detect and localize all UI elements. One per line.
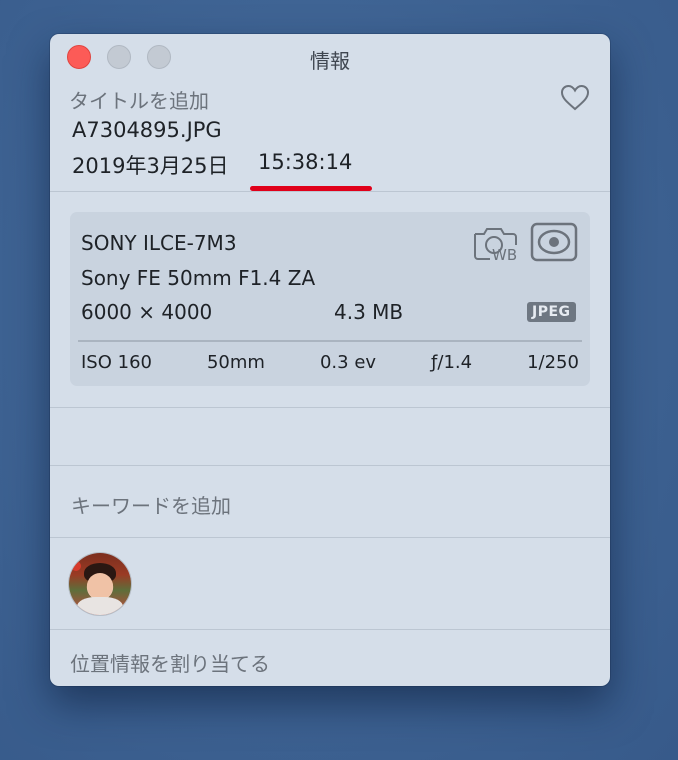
aperture-value: ƒ/1.4 <box>431 352 473 373</box>
divider <box>50 407 610 408</box>
keywords-field[interactable]: キーワードを追加 <box>71 490 231 519</box>
title-field[interactable]: タイトルを追加 <box>69 85 209 114</box>
person-face-thumbnail[interactable] <box>69 553 131 615</box>
format-badge: JPEG <box>527 302 576 322</box>
divider <box>50 465 610 466</box>
filename: A7304895.JPG <box>72 118 222 142</box>
lens-model: Sony FE 50mm F1.4 ZA <box>81 266 316 290</box>
exposure-bias-value: 0.3 ev <box>319 352 377 373</box>
divider <box>50 537 610 538</box>
title-bar[interactable]: 情報 <box>50 34 610 80</box>
photo-header: タイトルを追加 A7304895.JPG 2019年3月25日 15:38:14 <box>50 80 610 191</box>
camera-model: SONY ILCE-7M3 <box>81 231 237 255</box>
info-window: 情報 タイトルを追加 A7304895.JPG 2019年3月25日 15:38… <box>50 34 610 686</box>
capture-time[interactable]: 15:38:14 <box>258 150 352 174</box>
white-balance-icon: WB <box>474 228 517 262</box>
focal-length-value: 50mm <box>206 352 265 373</box>
divider <box>50 629 610 630</box>
divider <box>50 191 610 192</box>
exif-divider <box>78 340 582 342</box>
location-field[interactable]: 位置情報を割り当てる <box>70 648 270 677</box>
image-dimensions: 6000 × 4000 <box>81 300 213 324</box>
window-title: 情報 <box>310 49 350 73</box>
svg-text:WB: WB <box>492 246 517 262</box>
capture-date[interactable]: 2019年3月25日 <box>72 150 229 180</box>
file-size: 4.3 MB <box>334 300 404 324</box>
metering-icon <box>530 222 578 262</box>
favorite-heart-icon[interactable] <box>560 83 590 113</box>
exposure-row: ISO 160 50mm 0.3 ev ƒ/1.4 1/250 <box>81 352 579 373</box>
exif-panel: SONY ILCE-7M3 Sony FE 50mm F1.4 ZA 6000 … <box>70 212 590 386</box>
shutter-speed-value: 1/250 <box>527 352 579 373</box>
iso-value: ISO 160 <box>81 352 152 373</box>
